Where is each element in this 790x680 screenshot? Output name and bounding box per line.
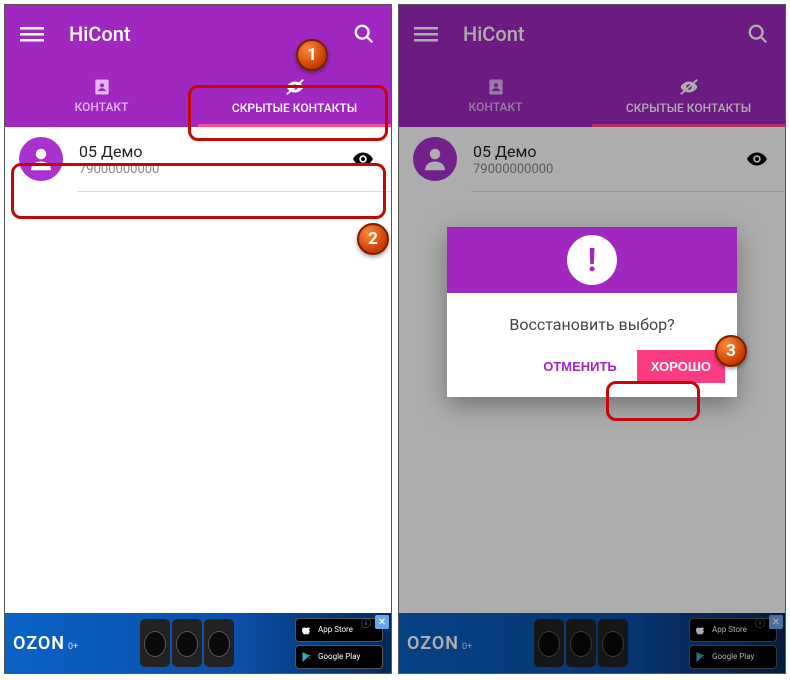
tab-hidden-contacts[interactable]: СКРЫТЫЕ КОНТАКТЫ: [198, 63, 391, 127]
screen-right: HiCont КОНТАКТ СКРЫТЫЕ КОНТАКТЫ 05 Демо …: [398, 4, 786, 674]
ad-banner[interactable]: OZON 0+ App Store Google Play ⓘ ✕: [5, 613, 391, 673]
dialog-message: Восстановить выбор?: [447, 293, 737, 342]
ad-product: [140, 619, 234, 667]
cancel-button[interactable]: ОТМЕНИТЬ: [529, 350, 631, 383]
tab-bar: КОНТАКТ СКРЫТЫЕ КОНТАКТЫ: [5, 63, 391, 127]
ad-age: 0+: [68, 642, 78, 652]
ad-info-icon[interactable]: ⓘ: [359, 615, 373, 629]
ad-brand: OZON: [13, 633, 65, 654]
avatar: [19, 137, 63, 181]
googleplay-badge[interactable]: Google Play: [295, 645, 383, 669]
exclamation-icon: !: [567, 235, 617, 285]
tab-contacts-label: КОНТАКТ: [75, 100, 129, 114]
screen-left: HiCont КОНТАКТ СКРЫТЫЕ КОНТАКТЫ 05 Демо …: [4, 4, 392, 674]
contact-row[interactable]: 05 Демо 79000000000: [5, 127, 391, 191]
contact-text: 05 Демо 79000000000: [79, 142, 349, 177]
dialog-header: !: [447, 227, 737, 293]
tab-hidden-label: СКРЫТЫЕ КОНТАКТЫ: [232, 101, 357, 115]
unhide-icon[interactable]: [349, 145, 377, 173]
search-icon[interactable]: [351, 21, 377, 47]
dialog-actions: ОТМЕНИТЬ ХОРОШО: [447, 342, 737, 397]
ok-button[interactable]: ХОРОШО: [637, 350, 725, 383]
ad-close-icon[interactable]: ✕: [375, 615, 389, 629]
tab-contacts[interactable]: КОНТАКТ: [5, 63, 198, 127]
badge-2: 2: [357, 223, 389, 255]
app-title: HiCont: [69, 22, 351, 46]
menu-icon[interactable]: [19, 21, 45, 47]
divider: [77, 191, 391, 192]
app-bar: HiCont: [5, 5, 391, 63]
contact-number: 79000000000: [79, 162, 349, 177]
contact-name: 05 Демо: [79, 142, 349, 161]
restore-dialog: ! Восстановить выбор? ОТМЕНИТЬ ХОРОШО: [447, 227, 737, 397]
